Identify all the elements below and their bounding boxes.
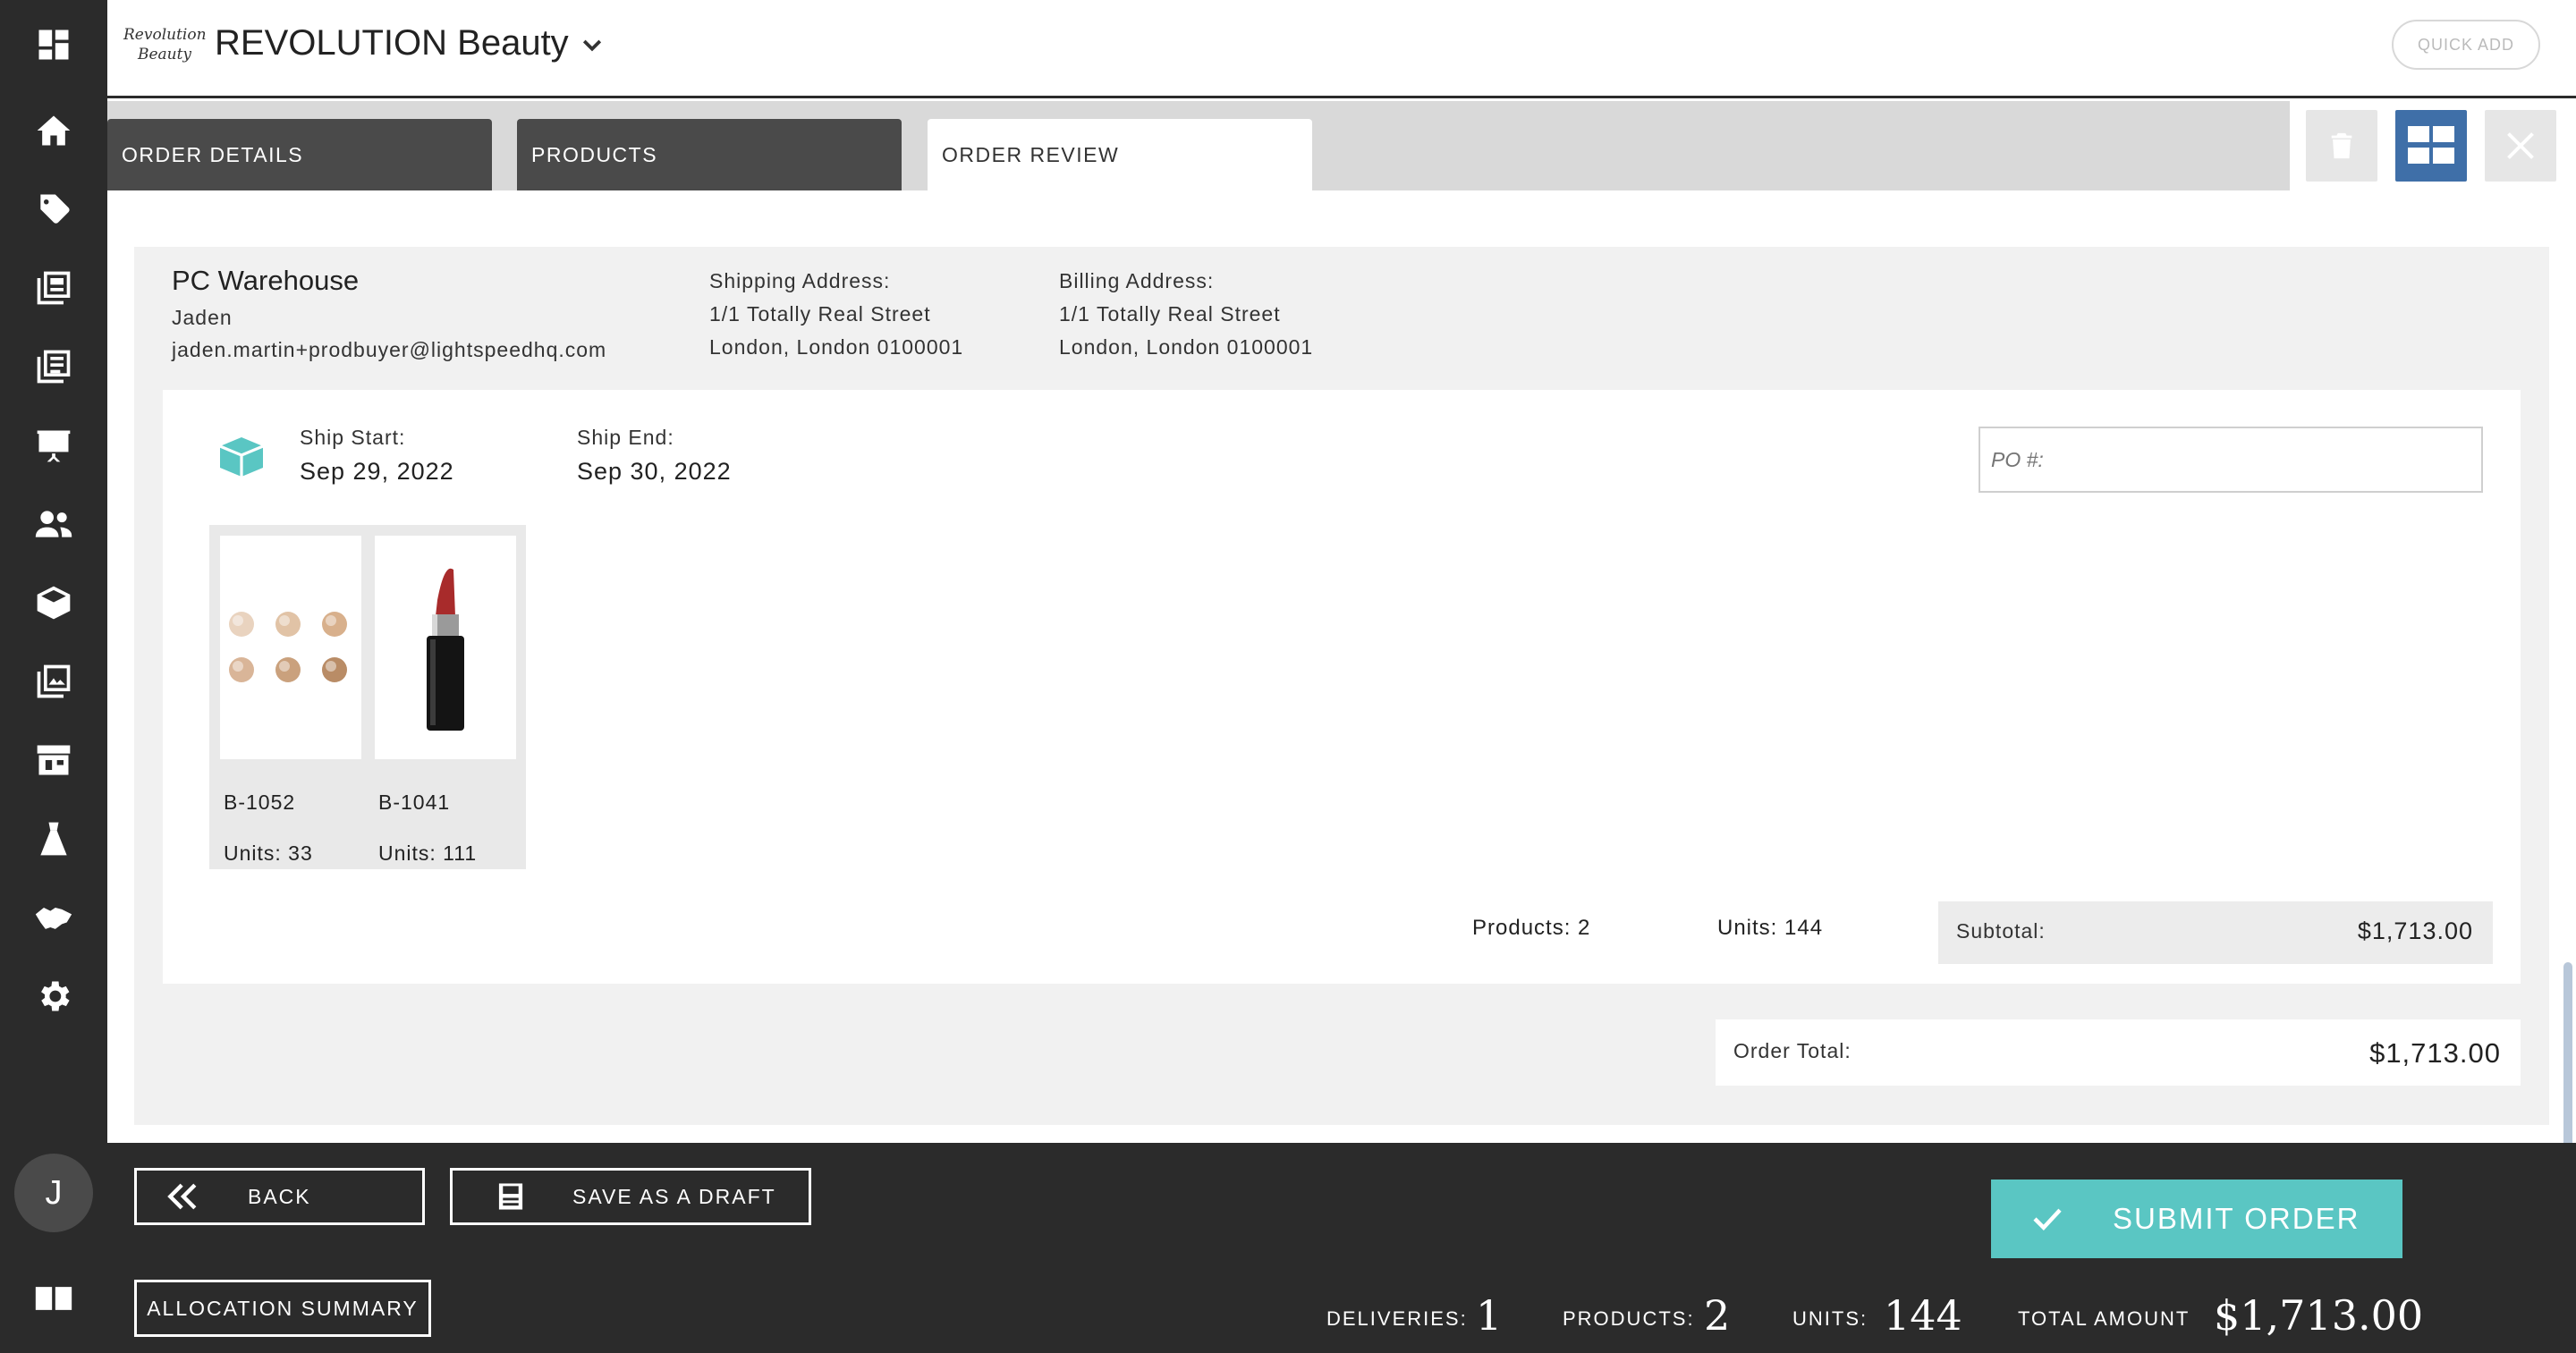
box-icon[interactable] (27, 576, 80, 630)
order-total-box: Order Total: $1,713.00 (1716, 1019, 2521, 1086)
users-icon[interactable] (27, 497, 80, 551)
product-units: Units: 111 (378, 841, 478, 865)
product-image-swatches (220, 536, 361, 759)
product-card[interactable]: B-1052 Units: 33 (220, 536, 361, 865)
delete-button[interactable] (2306, 110, 2377, 182)
products-count: Products: 2 (1472, 916, 1591, 940)
sidebar: J (0, 0, 107, 1353)
orders-list-icon[interactable] (27, 340, 80, 393)
save-draft-button[interactable]: SAVE AS A DRAFT (450, 1168, 811, 1225)
units-count: Units: 144 (1717, 916, 1824, 940)
footer-bar: BACK SAVE AS A DRAFT ALLOCATION SUMMARY … (107, 1143, 2576, 1353)
total-amount-label: TOTAL AMOUNT (2018, 1307, 2190, 1330)
subtotal-value: $1,713.00 (2357, 918, 2473, 944)
presentation-icon[interactable] (27, 419, 80, 472)
back-button[interactable]: BACK (134, 1168, 425, 1225)
ship-end-label: Ship End: (577, 426, 674, 449)
images-icon[interactable] (27, 655, 80, 708)
units-value: 144 (1884, 1291, 1962, 1340)
billing-address: Billing Address: 1/1 Totally Real Street… (1059, 265, 1313, 364)
product-sku: B-1041 (378, 791, 451, 814)
billing-address-line2: London, London 0100001 (1059, 335, 1314, 359)
ship-end-date: Sep 30, 2022 (577, 458, 732, 485)
product-sku: B-1052 (224, 791, 296, 814)
units-label: UNITS: (1792, 1307, 1868, 1330)
chevron-down-icon[interactable] (579, 32, 606, 59)
double-chevron-left-icon (167, 1183, 197, 1210)
grid-icon (2408, 126, 2454, 164)
delivery-box-icon (219, 437, 264, 477)
customer-contact: Jaden (172, 306, 233, 329)
product-image-lipstick (375, 536, 516, 759)
brand-title[interactable]: REVOLUTION Beauty (215, 23, 569, 63)
shipping-address-label: Shipping Address: (709, 269, 891, 292)
shipping-address-line1: 1/1 Totally Real Street (709, 302, 931, 326)
store-icon[interactable] (27, 733, 80, 787)
tab-actions (2290, 101, 2576, 190)
tab-order-details[interactable]: ORDER DETAILS (107, 119, 492, 190)
customer-name: PC Warehouse (172, 265, 360, 296)
back-label: BACK (248, 1184, 311, 1208)
tab-order-review[interactable]: ORDER REVIEW (928, 119, 1312, 190)
brand-logo: Revolution Beauty (123, 26, 207, 63)
order-total-label: Order Total: (1733, 1039, 1852, 1062)
product-card[interactable]: B-1041 Units: 111 (375, 536, 516, 865)
ship-start-date: Sep 29, 2022 (300, 458, 454, 485)
delivery-card: Ship Start: Sep 29, 2022 Ship End: Sep 3… (163, 390, 2521, 984)
products-value: 2 (1704, 1291, 1731, 1340)
shipping-address-line2: London, London 0100001 (709, 335, 964, 359)
catalog-icon[interactable] (27, 261, 80, 315)
allocation-summary-button[interactable]: ALLOCATION SUMMARY (134, 1280, 431, 1337)
gear-icon[interactable] (27, 969, 80, 1023)
dashboard-icon[interactable] (27, 18, 80, 72)
quick-add-button[interactable]: QUICK ADD (2392, 20, 2540, 70)
products-label: PRODUCTS: (1563, 1307, 1695, 1330)
close-button[interactable] (2485, 110, 2556, 182)
book-icon[interactable] (27, 1272, 80, 1325)
shipping-address: Shipping Address: 1/1 Totally Real Stree… (709, 265, 963, 364)
product-list: B-1052 Units: 33 B-1041 Units: 111 (209, 525, 526, 869)
home-icon[interactable] (27, 104, 80, 157)
billing-address-line1: 1/1 Totally Real Street (1059, 302, 1281, 326)
close-icon (2507, 132, 2534, 159)
submit-order-label: SUBMIT ORDER (2113, 1202, 2360, 1235)
tab-strip: ORDER DETAILS PRODUCTS ORDER REVIEW (107, 101, 2290, 190)
header: Revolution Beauty REVOLUTION Beauty QUIC… (107, 0, 2576, 98)
fashion-icon[interactable] (27, 812, 80, 866)
avatar[interactable]: J (14, 1154, 93, 1232)
deliveries-label: DELIVERIES: (1326, 1307, 1468, 1330)
customer-email: jaden.martin+prodbuyer@lightspeedhq.com (172, 338, 607, 361)
grid-view-button[interactable] (2395, 110, 2467, 182)
tag-icon[interactable] (27, 182, 80, 236)
ship-start-label: Ship Start: (300, 426, 406, 449)
save-icon (498, 1183, 523, 1210)
po-number-input[interactable] (1979, 427, 2483, 493)
save-draft-label: SAVE AS A DRAFT (572, 1184, 776, 1208)
deliveries-value: 1 (1476, 1291, 1503, 1340)
handshake-icon[interactable] (27, 891, 80, 944)
billing-address-label: Billing Address: (1059, 269, 1215, 292)
trash-icon (2331, 132, 2352, 159)
total-amount-value: $1,713.00 (2214, 1291, 2424, 1340)
product-units: Units: 33 (224, 841, 313, 865)
order-review-panel: PC Warehouse Jaden jaden.martin+prodbuye… (134, 247, 2549, 1125)
submit-order-button[interactable]: SUBMIT ORDER (1991, 1180, 2402, 1258)
checkmark-icon (2033, 1208, 2062, 1231)
order-total-value: $1,713.00 (2369, 1037, 2501, 1069)
subtotal-box: Subtotal: $1,713.00 (1938, 901, 2493, 964)
tab-products[interactable]: PRODUCTS (517, 119, 902, 190)
subtotal-label: Subtotal: (1956, 919, 2046, 943)
